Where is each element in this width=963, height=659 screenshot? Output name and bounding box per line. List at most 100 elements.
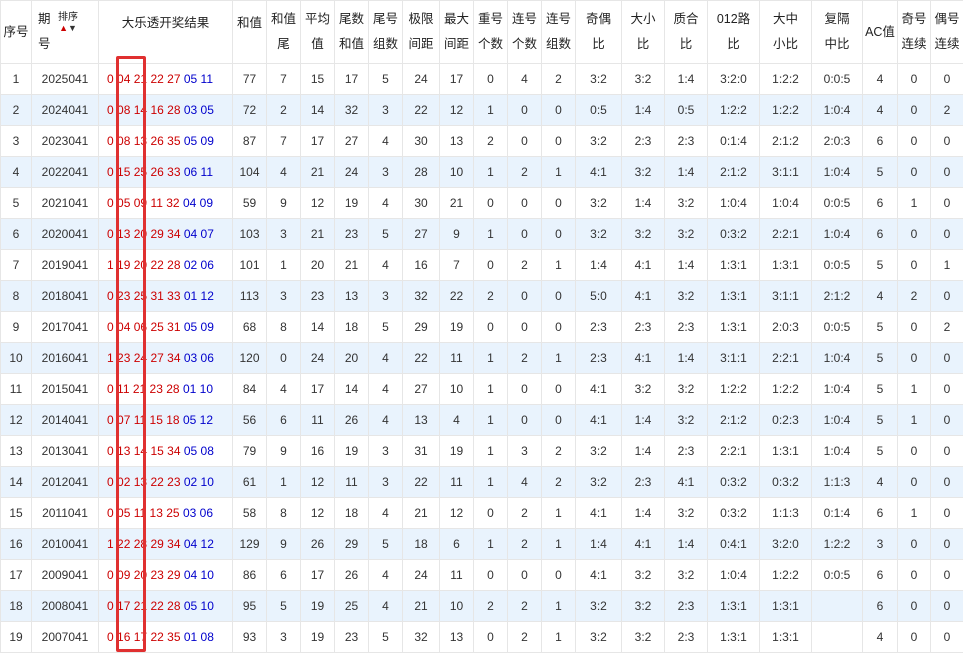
cell-even-run: 0 [930, 528, 963, 560]
cell-period: 2015041 [31, 373, 99, 405]
cell-odd-even: 4:1 [575, 497, 622, 529]
cell-avg: 14 [300, 311, 335, 343]
red-ball: 31 [150, 289, 164, 303]
cell-sum-tail: 2 [266, 94, 301, 126]
cell-tail-sum: 19 [334, 435, 369, 467]
cell-consec: 0 [507, 280, 542, 312]
red-ball: 28 [133, 537, 148, 551]
cell-consec: 0 [507, 187, 542, 219]
cell-tail-groups: 4 [368, 404, 403, 436]
red-ball: 14 [133, 103, 148, 117]
cell-consec: 2 [507, 342, 542, 374]
cell-limit-gap: 13 [402, 404, 440, 436]
blue-ball: 10 [199, 382, 214, 396]
cell-even-run: 2 [930, 94, 963, 126]
table-row: 15 2011041 0 05 11 13 25 03 06 58 8 12 18 4 21 12… [0, 497, 963, 529]
cell-consec-groups: 0 [541, 94, 576, 126]
cell-result: 0 02 13 22 23 02 10 [98, 466, 233, 498]
cell-index: 13 [0, 435, 32, 467]
cell-result: 0 13 20 29 34 04 07 [98, 218, 233, 250]
cell-odd-run: 0 [897, 249, 931, 281]
cell-avg: 17 [300, 125, 335, 157]
red-ball: 21 [133, 72, 148, 86]
cell-repeat: 1 [473, 373, 508, 405]
cell-rep-mid [811, 621, 863, 653]
cell-consec-groups: 0 [541, 404, 576, 436]
red-ball: 13 [117, 444, 131, 458]
cell-big-small: 3:2 [621, 559, 665, 591]
cell-bms: 1:0:4 [759, 187, 812, 219]
cell-odd-run: 0 [897, 466, 931, 498]
red-ball: 33 [167, 165, 181, 179]
cell-odd-even: 5:0 [575, 280, 622, 312]
red-ball: 20 [133, 227, 148, 241]
cell-avg: 23 [300, 280, 335, 312]
cell-consec-groups: 2 [541, 63, 576, 95]
red-ball: 34 [167, 351, 181, 365]
cell-sum: 87 [232, 125, 267, 157]
cell-r012: 3:2:0 [707, 63, 760, 95]
red-ball: 02 [117, 475, 131, 489]
cell-big-small: 1:4 [621, 187, 665, 219]
cell-ac: 6 [862, 125, 898, 157]
cell-rep-mid: 0:0:5 [811, 311, 863, 343]
cell-ac: 6 [862, 590, 898, 622]
red-ball: 25 [133, 165, 148, 179]
cell-limit-gap: 16 [402, 249, 440, 281]
table-row: 5 2021041 0 05 09 11 32 04 09 59 9 12 19 4 30 21 0… [0, 187, 963, 219]
cell-bms: 2:2:1 [759, 218, 812, 250]
cell-index: 12 [0, 404, 32, 436]
cell-rep-mid: 1:0:4 [811, 94, 863, 126]
sort-control[interactable]: 排序 ▲▼ [58, 13, 78, 34]
cell-consec-groups: 1 [541, 156, 576, 188]
blue-ball: 05 [183, 320, 198, 334]
cell-prime: 2:3 [664, 125, 708, 157]
cell-big-small: 3:2 [621, 590, 665, 622]
cell-result: 0 17 21 22 28 05 10 [98, 590, 233, 622]
header-012: 012路比 [707, 0, 760, 64]
blue-ball: 05 [183, 444, 198, 458]
cell-result: 1 23 24 27 34 03 06 [98, 342, 233, 374]
blue-ball: 09 [199, 196, 214, 210]
header-avg: 平均值 [300, 0, 335, 64]
cell-r012: 0:3:2 [707, 497, 760, 529]
cell-ac: 6 [862, 497, 898, 529]
blue-ball: 10 [200, 475, 214, 489]
cell-sum-tail: 9 [266, 435, 301, 467]
blue-ball: 12 [200, 289, 214, 303]
red-ball: 23 [167, 475, 181, 489]
cell-result: 0 13 14 15 34 05 08 [98, 435, 233, 467]
cell-max-gap: 10 [439, 373, 474, 405]
header-repeat: 重号 个数 [473, 0, 508, 64]
cell-sum: 129 [232, 528, 267, 560]
cell-max-gap: 19 [439, 435, 474, 467]
cell-tail-groups: 3 [368, 280, 403, 312]
cell-even-run: 1 [930, 249, 963, 281]
cell-odd-even: 3:2 [575, 466, 622, 498]
cell-rep-mid: 2:1:2 [811, 280, 863, 312]
cell-ac: 4 [862, 466, 898, 498]
cell-bms: 2:1:2 [759, 125, 812, 157]
red-ball: 23 [149, 382, 163, 396]
cell-avg: 21 [300, 156, 335, 188]
cell-prime: 2:3 [664, 435, 708, 467]
cell-result: 0 09 20 23 29 04 10 [98, 559, 233, 591]
cell-result: 0 08 14 16 28 03 05 [98, 94, 233, 126]
cell-bms: 1:3:1 [759, 590, 812, 622]
cell-avg: 14 [300, 94, 335, 126]
cell-limit-gap: 32 [402, 280, 440, 312]
cell-r012: 1:0:4 [707, 187, 760, 219]
table-row: 16 2010041 1 22 28 29 34 04 12 129 9 26 29 5 18 6… [0, 528, 963, 560]
cell-tail-sum: 23 [334, 218, 369, 250]
cell-limit-gap: 27 [402, 218, 440, 250]
cell-index: 10 [0, 342, 32, 374]
sort-arrows-icon[interactable]: ▲▼ [58, 23, 78, 33]
cell-consec-groups: 1 [541, 528, 576, 560]
red-ball: 29 [150, 227, 164, 241]
cell-rep-mid: 0:0:5 [811, 249, 863, 281]
cell-rep-mid: 0:0:5 [811, 559, 863, 591]
cell-tail-sum: 19 [334, 187, 369, 219]
table-row: 19 2007041 0 16 17 22 35 01 08 93 3 19 23 5 32 13… [0, 621, 963, 653]
red-ball: 05 [117, 196, 131, 210]
cell-avg: 12 [300, 497, 335, 529]
